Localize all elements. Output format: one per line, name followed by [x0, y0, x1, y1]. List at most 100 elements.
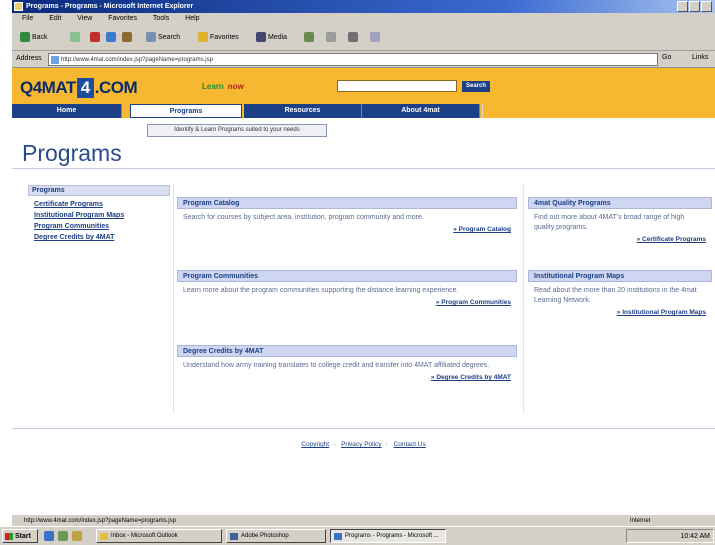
main-nav: Home Programs Resources About 4mat [12, 104, 715, 118]
mail-icon [326, 32, 336, 43]
sidebar-link-certificate[interactable]: Certificate Programs [28, 199, 170, 210]
media-icon [256, 32, 266, 43]
taskbar: Start Inbox - Microsoft Outlook Adobe Ph… [0, 526, 715, 545]
clock: 10:42 AM [680, 533, 710, 540]
footer-link-contact[interactable]: Contact Us [394, 441, 426, 448]
card-program-communities: Program Communities Learn more about the… [177, 270, 517, 306]
tagline-a: Learn [202, 82, 224, 91]
search-toolbar-label: Search [158, 34, 181, 41]
site-logo[interactable]: Q4MAT 4 .COM [20, 78, 138, 98]
edit-icon [370, 32, 380, 43]
logo-text-b: .COM [94, 78, 138, 97]
address-bar: Address http://www.4mat.com/index.jsp?pa… [12, 51, 715, 68]
nav-tab-programs[interactable]: Programs [130, 104, 242, 118]
footer-link-copyright[interactable]: Copyright [301, 441, 329, 448]
address-url: http://www.4mat.com/index.jsp?pageName=p… [61, 57, 213, 63]
institutional-maps-link[interactable]: » Institutional Program Maps [528, 309, 712, 316]
menu-bar: File Edit View Favorites Tools Help [12, 13, 715, 25]
start-button[interactable]: Start [2, 529, 38, 543]
task-browser[interactable]: Programs - Programs - Microsoft ... [330, 529, 446, 543]
refresh-button[interactable] [106, 30, 118, 46]
card-text: Search for courses by subject area, inst… [183, 214, 424, 221]
history-button[interactable] [304, 30, 316, 46]
refresh-icon [106, 32, 116, 43]
stop-button[interactable] [90, 30, 102, 46]
favorites-button[interactable]: Favorites [198, 30, 239, 46]
address-input[interactable]: http://www.4mat.com/index.jsp?pageName=p… [48, 53, 658, 66]
program-catalog-link[interactable]: » Program Catalog [177, 226, 517, 233]
degree-credits-link[interactable]: » Degree Credits by 4MAT [177, 374, 517, 381]
home-button[interactable] [122, 30, 134, 46]
ie-icon [14, 2, 23, 11]
stop-icon [90, 32, 100, 43]
column-divider-left [173, 183, 174, 413]
task-outlook[interactable]: Inbox - Microsoft Outlook [96, 529, 222, 543]
back-label: Back [32, 34, 48, 41]
forward-button[interactable] [70, 30, 82, 46]
program-communities-link[interactable]: » Program Communities [177, 299, 517, 306]
window-title-bar: Programs - Programs - Microsoft Internet… [12, 0, 715, 13]
mail-button[interactable] [326, 30, 338, 46]
card-degree-credits: Degree Credits by 4MAT Understand how ar… [177, 345, 517, 381]
sidebar-link-institutional-maps[interactable]: Institutional Program Maps [28, 210, 170, 221]
card-title: Institutional Program Maps [528, 270, 712, 282]
site-search-button[interactable]: Search [462, 81, 490, 92]
media-label: Media [268, 34, 288, 41]
menu-help[interactable]: Help [185, 15, 199, 22]
status-text: http://www.4mat.com/index.jsp?pageName=p… [24, 518, 176, 524]
menu-file[interactable]: File [22, 15, 33, 22]
system-tray: 10:42 AM [626, 529, 714, 543]
card-title: Program Catalog [177, 197, 517, 209]
nav-filler [482, 104, 715, 118]
tagline-b: now [227, 82, 244, 91]
media-button[interactable]: Media [256, 30, 287, 46]
nav-tooltip: Identify & Learn Programs suited to your… [147, 124, 327, 137]
back-button[interactable]: Back [20, 30, 48, 46]
card-title: Degree Credits by 4MAT [177, 345, 517, 357]
programs-sidebar: Programs Certificate Programs Institutio… [28, 185, 170, 243]
desktop-quicklaunch-icon[interactable] [58, 531, 68, 541]
ie-icon [334, 533, 342, 540]
page-title: Programs [22, 140, 122, 166]
minimize-button[interactable] [677, 1, 688, 12]
status-bar: http://www.4mat.com/index.jsp?pageName=p… [12, 514, 715, 526]
nav-tab-about[interactable]: About 4mat [362, 104, 480, 118]
print-button[interactable] [348, 30, 360, 46]
home-icon [122, 32, 132, 43]
close-button[interactable] [701, 1, 712, 12]
card-title: Program Communities [177, 270, 517, 282]
nav-tab-home[interactable]: Home [12, 104, 122, 118]
site-search-input[interactable] [337, 80, 457, 92]
footer: Copyright · Privacy Policy · Contact Us [301, 441, 426, 448]
card-program-catalog: Program Catalog Search for courses by su… [177, 197, 517, 233]
column-divider-right [523, 183, 524, 413]
card-institutional-maps: Institutional Program Maps Read about th… [528, 270, 712, 316]
menu-tools[interactable]: Tools [153, 15, 169, 22]
menu-favorites[interactable]: Favorites [108, 15, 137, 22]
maximize-button[interactable] [689, 1, 700, 12]
card-text: Understand how army training translates … [183, 362, 490, 369]
go-button[interactable]: Go [662, 54, 671, 61]
title-divider [12, 168, 715, 169]
menu-edit[interactable]: Edit [49, 15, 61, 22]
print-icon [348, 32, 358, 43]
search-toolbar-button[interactable]: Search [146, 30, 180, 46]
footer-link-privacy[interactable]: Privacy Policy [341, 441, 381, 448]
edit-button[interactable] [370, 30, 382, 46]
card-quality-programs: 4mat Quality Programs Find out more abou… [528, 197, 712, 243]
favorites-label: Favorites [210, 34, 239, 41]
certificate-programs-link[interactable]: » Certificate Programs [528, 236, 712, 243]
outlook-quicklaunch-icon[interactable] [72, 531, 82, 541]
card-text: Read about the more than 20 institutions… [534, 287, 697, 304]
task-label: Programs - Programs - Microsoft ... [345, 533, 439, 539]
photoshop-icon [230, 533, 238, 540]
sidebar-link-degree-credits[interactable]: Degree Credits by 4MAT [28, 232, 170, 243]
menu-view[interactable]: View [77, 15, 92, 22]
ie-quicklaunch-icon[interactable] [44, 531, 54, 541]
nav-tab-resources[interactable]: Resources [244, 104, 362, 118]
magnifier-icon [146, 32, 156, 43]
star-icon [198, 32, 208, 43]
links-button[interactable]: Links [692, 54, 708, 61]
sidebar-link-communities[interactable]: Program Communities [28, 221, 170, 232]
task-photoshop[interactable]: Adobe Photoshop [226, 529, 326, 543]
